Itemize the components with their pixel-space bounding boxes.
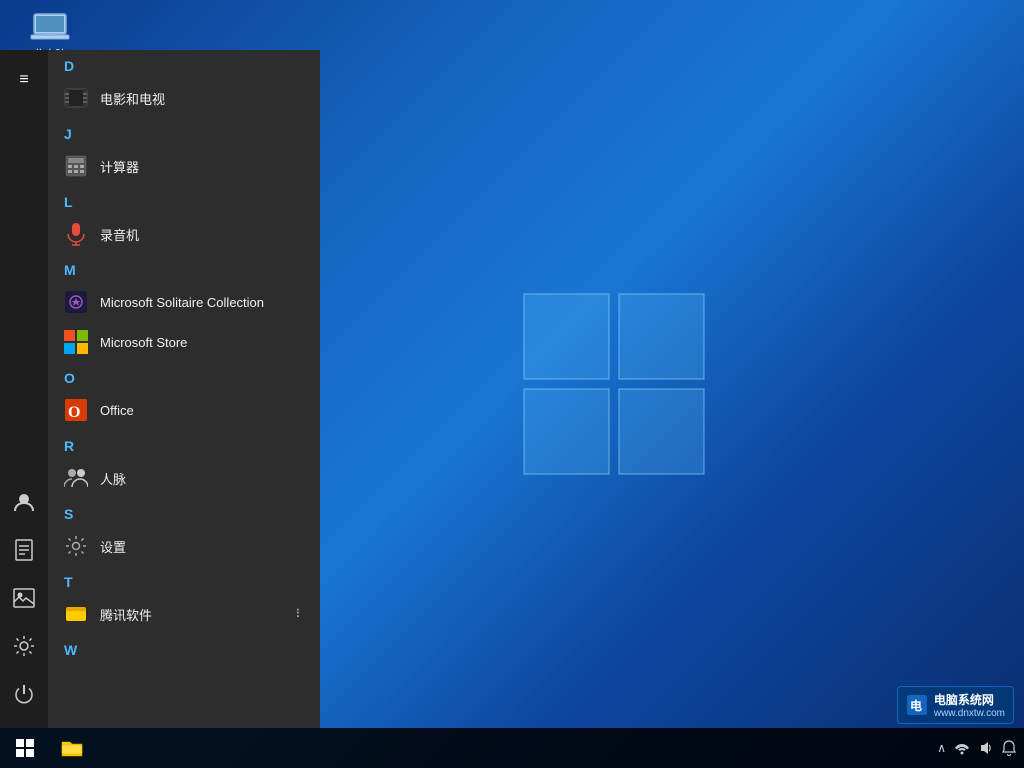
app-item-settings[interactable]: 设置 [48,526,320,566]
section-letter-o: O [48,362,320,390]
watermark: 电 电脑系统网 www.dnxtw.com [897,686,1014,724]
tencent-expand-arrow: ⠇ [295,607,304,621]
this-pc-icon-image [30,10,70,42]
section-letter-s: S [48,498,320,526]
power-button[interactable] [0,672,48,716]
tencent-icon [64,602,88,626]
svg-text:电: 电 [910,698,922,713]
section-letter-l: L [48,186,320,214]
watermark-sub-text: www.dnxtw.com [934,708,1005,719]
section-letter-t: T [48,566,320,594]
app-item-recorder[interactable]: 录音机 [48,214,320,254]
recorder-icon [64,222,88,246]
app-item-movies[interactable]: 电影和电视 [48,78,320,118]
network-icon[interactable] [954,741,970,755]
app-list: D 电影和电视 [48,50,320,728]
svg-text:O: O [68,404,80,421]
hamburger-icon: ≡ [19,71,28,89]
tencent-label: 腾讯软件 [100,605,152,624]
taskbar: ∧ [0,728,1024,768]
app-item-store[interactable]: Microsoft Store [48,322,320,362]
movies-icon [64,86,88,110]
section-letter-r: R [48,430,320,458]
section-letter-m: M [48,254,320,282]
store-icon [64,330,88,354]
settings-icon [64,534,88,558]
documents-button[interactable] [0,528,48,572]
user-account-button[interactable] [0,480,48,524]
tray-chevron[interactable]: ∧ [937,741,946,755]
people-icon [64,466,88,490]
app-item-calculator[interactable]: 计算器 [48,146,320,186]
watermark-main-text: 电脑系统网 [934,691,1005,708]
file-explorer-taskbar[interactable] [50,728,94,768]
taskbar-tray: ∧ [937,740,1024,756]
recorder-label: 录音机 [100,225,139,244]
settings-label: 设置 [100,537,126,556]
people-label: 人脉 [100,469,126,488]
office-icon: O [64,398,88,422]
sound-icon[interactable] [978,740,994,756]
section-letter-w: W [48,634,320,662]
solitaire-icon [64,290,88,314]
office-label: Office [100,403,134,418]
solitaire-label: Microsoft Solitaire Collection [100,295,264,310]
app-item-people[interactable]: 人脉 [48,458,320,498]
store-label: Microsoft Store [100,335,187,350]
photos-button[interactable] [0,576,48,620]
section-letter-d: D [48,50,320,78]
section-letter-j: J [48,118,320,146]
movies-label: 电影和电视 [100,89,165,108]
app-item-solitaire[interactable]: Microsoft Solitaire Collection [48,282,320,322]
calculator-label: 计算器 [100,157,139,176]
calculator-icon [64,154,88,178]
settings-sidebar-button[interactable] [0,624,48,668]
watermark-logo-icon: 电 [906,694,928,716]
start-menu: ≡ [0,50,320,728]
notification-icon[interactable] [1002,740,1016,756]
hamburger-menu-button[interactable]: ≡ [0,58,48,102]
app-item-tencent[interactable]: 腾讯软件 ⠇ [48,594,320,634]
start-sidebar: ≡ [0,50,48,728]
desktop: 此电脑 ≡ [0,0,1024,768]
start-button[interactable] [0,728,50,768]
windows-logo-desktop [514,284,714,484]
app-item-office[interactable]: O Office [48,390,320,430]
